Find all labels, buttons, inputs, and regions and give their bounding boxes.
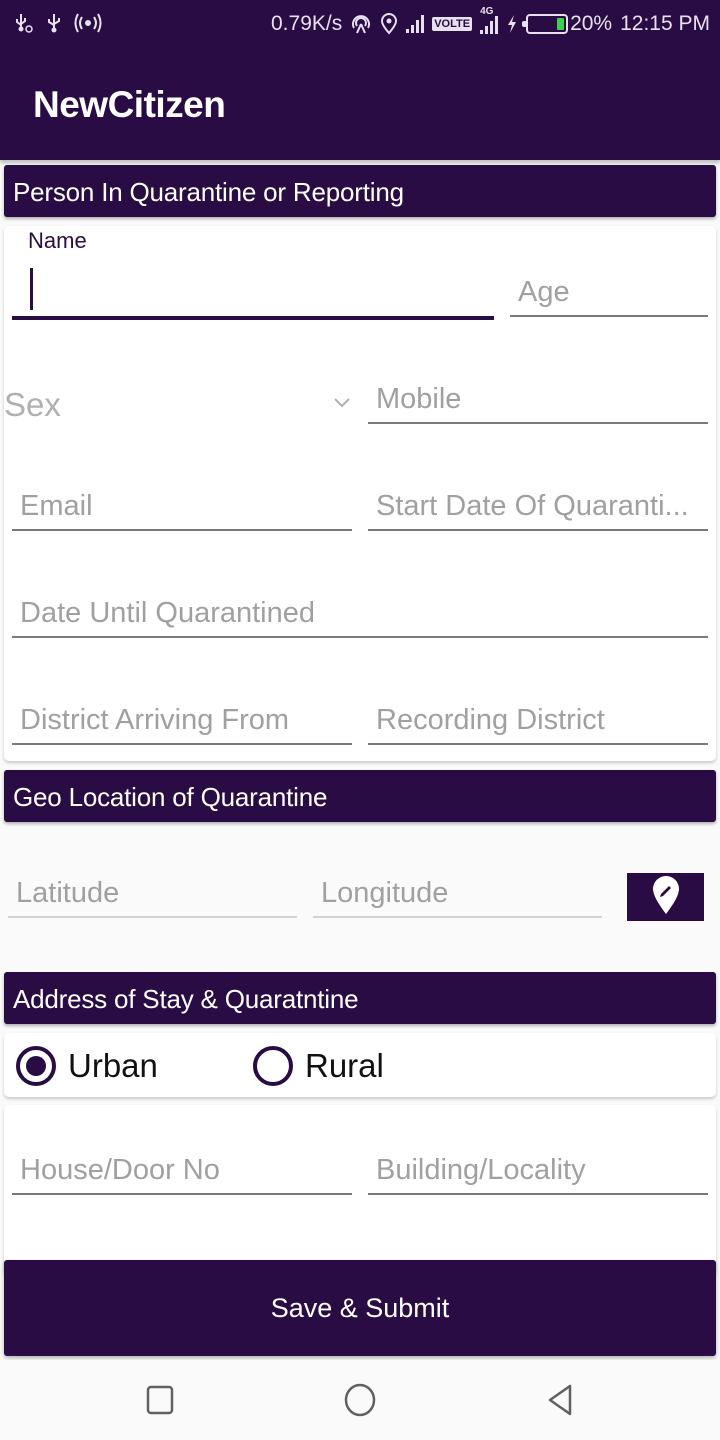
status-bar: 0.79K/s VOLTE 4G 20% 12:15 PM xyxy=(0,0,720,50)
status-left-icons xyxy=(12,12,102,34)
system-nav-bar xyxy=(0,1360,720,1440)
mobile-field[interactable] xyxy=(368,366,708,424)
airplay-icon xyxy=(350,13,372,35)
email-field[interactable] xyxy=(12,473,352,531)
district-from-input[interactable] xyxy=(12,704,352,737)
status-right: 0.79K/s VOLTE 4G 20% 12:15 PM xyxy=(271,6,710,36)
chevron-down-icon xyxy=(332,392,352,412)
radio-selected-dot xyxy=(26,1056,46,1076)
recents-button[interactable] xyxy=(140,1380,180,1420)
longitude-input[interactable] xyxy=(313,877,602,910)
save-submit-button[interactable]: Save & Submit xyxy=(4,1260,716,1356)
until-date-field[interactable] xyxy=(12,580,708,638)
until-date-input[interactable] xyxy=(12,597,708,630)
radio-urban[interactable]: Urban xyxy=(16,1046,158,1086)
square-icon xyxy=(146,1385,174,1415)
address-card xyxy=(4,1105,716,1275)
mobile-input[interactable] xyxy=(368,383,708,416)
email-input[interactable] xyxy=(12,490,352,523)
latitude-input[interactable] xyxy=(8,877,297,910)
clock: 12:15 PM xyxy=(620,12,710,35)
district-from-field[interactable] xyxy=(12,687,352,745)
app-title: NewCitizen xyxy=(33,84,226,125)
radio-rural-label: Rural xyxy=(305,1047,384,1084)
volte-icon: VOLTE xyxy=(432,17,473,31)
home-button[interactable] xyxy=(340,1380,380,1420)
area-type-radio-group: Urban Rural xyxy=(4,1033,716,1097)
location-icon xyxy=(380,13,398,35)
4g-signal-icon: 4G xyxy=(480,6,499,34)
app-bar: NewCitizen xyxy=(0,50,720,160)
building-input[interactable] xyxy=(368,1154,708,1187)
pick-location-button[interactable] xyxy=(627,873,704,921)
usb-settings-icon xyxy=(12,12,34,34)
age-input[interactable] xyxy=(510,276,708,309)
house-input[interactable] xyxy=(12,1154,352,1187)
age-field[interactable] xyxy=(510,226,708,317)
edit-location-icon xyxy=(651,875,681,920)
back-button[interactable] xyxy=(540,1380,580,1420)
section-header-person: Person In Quarantine or Reporting xyxy=(4,165,716,217)
network-type: 4G xyxy=(480,6,494,17)
section-header-address: Address of Stay & Quaratntine xyxy=(4,972,716,1024)
signal-icon xyxy=(406,15,425,33)
recording-district-input[interactable] xyxy=(368,704,708,737)
name-input[interactable] xyxy=(12,277,494,310)
radio-urban-circle[interactable] xyxy=(16,1046,56,1086)
building-field[interactable] xyxy=(368,1137,708,1195)
longitude-field[interactable] xyxy=(313,860,602,918)
name-field[interactable]: Name xyxy=(12,226,494,320)
sex-dropdown-value: Sex xyxy=(4,386,61,423)
sex-dropdown[interactable]: Sex xyxy=(4,376,356,436)
name-label: Name xyxy=(28,228,87,253)
hotspot-icon xyxy=(74,12,102,34)
recording-district-field[interactable] xyxy=(368,687,708,745)
start-date-field[interactable] xyxy=(368,473,708,531)
back-triangle-icon xyxy=(548,1384,572,1416)
radio-rural-circle[interactable] xyxy=(253,1046,293,1086)
net-speed: 0.79K/s xyxy=(271,12,343,35)
latitude-field[interactable] xyxy=(8,860,297,918)
usb-icon xyxy=(44,12,64,34)
battery-icon xyxy=(522,14,569,34)
person-card: Name Sex xyxy=(4,226,716,761)
section-header-geo: Geo Location of Quarantine xyxy=(4,770,716,822)
house-field[interactable] xyxy=(12,1137,352,1195)
charging-icon xyxy=(506,14,518,34)
circle-icon xyxy=(344,1383,376,1417)
radio-rural[interactable]: Rural xyxy=(253,1046,384,1086)
radio-urban-label: Urban xyxy=(68,1047,158,1084)
battery-fill xyxy=(557,18,565,30)
start-date-input[interactable] xyxy=(368,490,708,523)
battery-percent: 20% xyxy=(570,12,613,35)
